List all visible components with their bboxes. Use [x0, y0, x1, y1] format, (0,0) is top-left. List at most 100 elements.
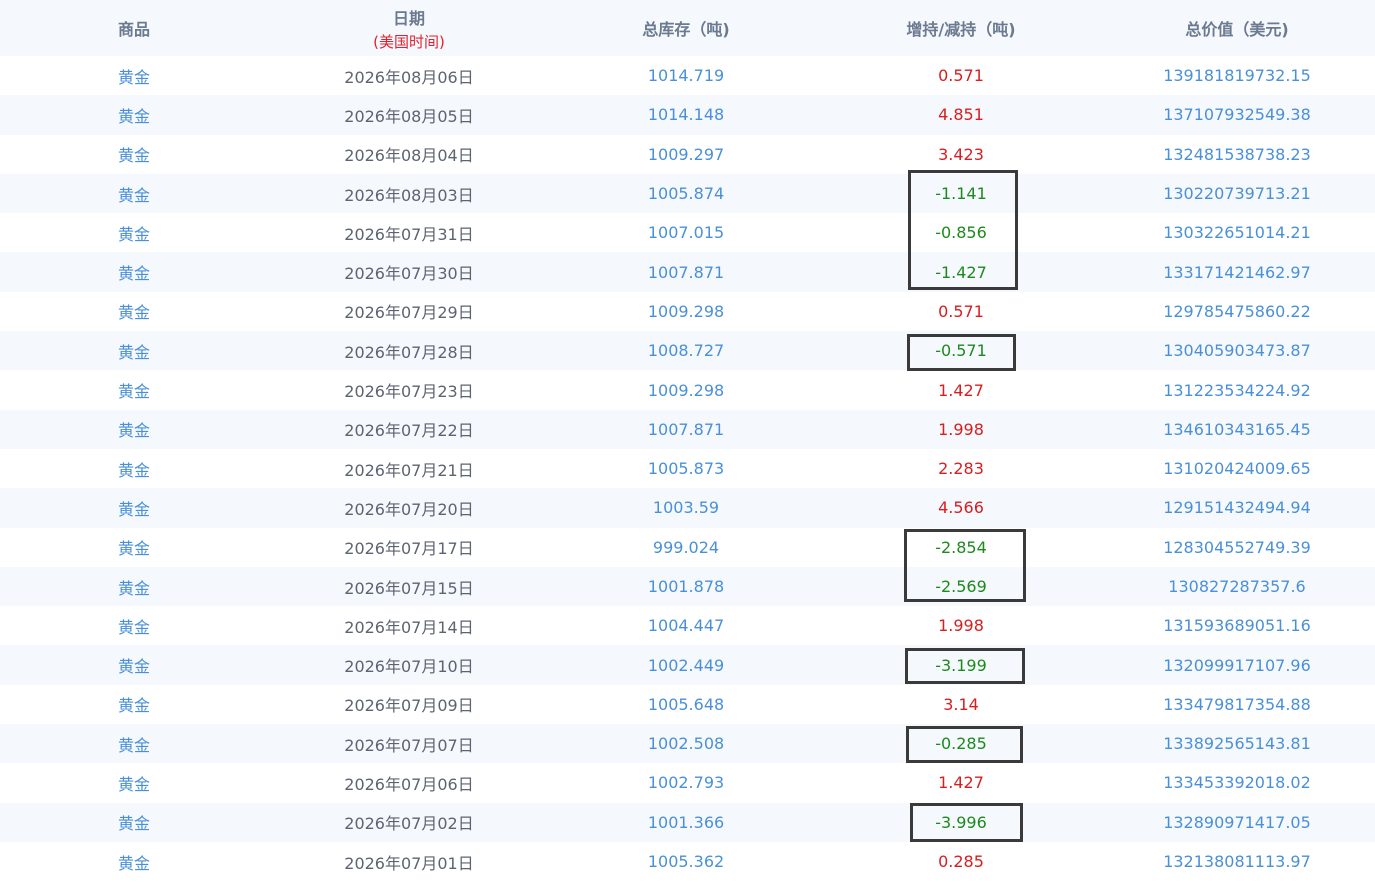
total-stock-cell: 1009.298 [586, 292, 786, 331]
change-cell-text: -0.285 [935, 734, 987, 754]
commodity-link[interactable]: 黄金 [34, 567, 234, 606]
total-value-cell: 131593689051.16 [1137, 606, 1337, 645]
commodity-link-text[interactable]: 黄金 [118, 496, 150, 520]
total-value-cell: 132890971417.05 [1137, 803, 1337, 842]
commodity-link-text[interactable]: 黄金 [118, 771, 150, 795]
total-stock-cell: 1014.719 [586, 56, 786, 95]
commodity-link-text[interactable]: 黄金 [118, 64, 150, 88]
total-value-cell-text: 132099917107.96 [1163, 655, 1311, 675]
change-cell-text: -3.199 [935, 655, 987, 675]
commodity-link-text[interactable]: 黄金 [118, 221, 150, 245]
table-row: 黄金 2026年07月17日 999.024 -2.854 128304552749.3… [0, 528, 1375, 567]
date-cell-text: 2026年07月20日 [344, 499, 474, 519]
commodity-link-text[interactable]: 黄金 [118, 575, 150, 599]
change-cell-text: 4.566 [938, 498, 984, 518]
date-cell: 2026年07月28日 [309, 331, 509, 370]
total-stock-cell-text: 1001.878 [647, 577, 725, 596]
commodity-link[interactable]: 黄金 [34, 803, 234, 842]
total-value-cell: 132099917107.96 [1137, 645, 1337, 684]
commodity-link[interactable]: 黄金 [34, 95, 234, 134]
commodity-link-text[interactable]: 黄金 [118, 378, 150, 402]
table-row: 黄金 2026年07月31日 1007.015 -0.856 130322651014.… [0, 213, 1375, 252]
commodity-link[interactable]: 黄金 [34, 842, 234, 881]
total-value-cell: 129151432494.94 [1137, 488, 1337, 527]
total-stock-cell-text: 1008.727 [647, 341, 725, 361]
total-value-cell: 131020424009.65 [1137, 449, 1337, 488]
date-cell-text: 2026年08月05日 [344, 106, 474, 126]
header-date-note: (美国时间) [373, 32, 445, 51]
date-cell-text: 2026年07月21日 [344, 460, 474, 480]
commodity-link[interactable]: 黄金 [34, 331, 234, 370]
commodity-link[interactable]: 黄金 [34, 174, 234, 213]
total-stock-cell-text: 1014.719 [647, 66, 725, 86]
commodity-link[interactable]: 黄金 [34, 645, 234, 684]
table-row: 黄金 2026年08月06日 1014.719 0.571 139181819732.1… [0, 56, 1375, 95]
commodity-link[interactable]: 黄金 [34, 488, 234, 527]
total-stock-cell-text: 1002.508 [647, 734, 725, 754]
date-cell: 2026年07月15日 [309, 567, 509, 606]
commodity-link-text[interactable]: 黄金 [118, 339, 150, 363]
change-cell-text: 0.571 [938, 66, 984, 86]
date-cell: 2026年07月21日 [309, 449, 509, 488]
commodity-link[interactable]: 黄金 [34, 135, 234, 174]
table-header: 商品 日期 (美国时间) 总库存（吨) 增持/减持（吨) 总价值（美元) [0, 0, 1375, 56]
commodity-link[interactable]: 黄金 [34, 606, 234, 645]
commodity-link-text[interactable]: 黄金 [118, 732, 150, 756]
commodity-link[interactable]: 黄金 [34, 56, 234, 95]
commodity-link-text[interactable]: 黄金 [118, 457, 150, 481]
commodity-link[interactable]: 黄金 [34, 292, 234, 331]
commodity-link-text[interactable]: 黄金 [118, 260, 150, 284]
commodity-link-text[interactable]: 黄金 [118, 810, 150, 834]
total-stock-cell: 1003.59 [586, 488, 786, 527]
change-cell-text: -2.569 [935, 577, 987, 596]
commodity-link-text[interactable]: 黄金 [118, 299, 150, 323]
total-value-cell-text: 131020424009.65 [1163, 459, 1311, 479]
total-value-cell: 130220739713.21 [1137, 174, 1337, 213]
commodity-link[interactable]: 黄金 [34, 449, 234, 488]
commodity-link[interactable]: 黄金 [34, 763, 234, 802]
total-value-cell-text: 131223534224.92 [1163, 380, 1311, 400]
commodity-link-text[interactable]: 黄金 [118, 692, 150, 716]
commodity-link[interactable]: 黄金 [34, 685, 234, 724]
commodity-link-text[interactable]: 黄金 [118, 142, 150, 166]
commodity-link-text[interactable]: 黄金 [118, 417, 150, 441]
total-stock-cell-text: 1009.298 [647, 380, 725, 400]
commodity-link[interactable]: 黄金 [34, 410, 234, 449]
date-cell-text: 2026年08月04日 [344, 146, 474, 166]
header-commodity: 商品 [117, 20, 150, 39]
table-body: 黄金 2026年08月06日 1014.719 0.571 139181819732.1… [0, 56, 1375, 881]
date-cell-text: 2026年07月31日 [344, 224, 474, 244]
table-row: 黄金 2026年08月04日 1009.297 3.423 132481538738.2… [0, 135, 1375, 174]
change-cell: 0.571 [861, 56, 1061, 95]
date-cell-text: 2026年08月03日 [344, 185, 474, 205]
change-cell: -0.285 [861, 724, 1061, 763]
commodity-link-text[interactable]: 黄金 [118, 653, 150, 677]
table-row: 黄金 2026年07月06日 1002.793 1.427 133453392018.0… [0, 763, 1375, 802]
total-stock-cell: 1001.366 [586, 803, 786, 842]
total-value-cell-text: 132890971417.05 [1163, 812, 1311, 832]
commodity-link-text[interactable]: 黄金 [118, 103, 150, 127]
commodity-link-text[interactable]: 黄金 [118, 850, 150, 874]
total-value-cell-text: 139181819732.15 [1163, 66, 1311, 86]
commodity-link-text[interactable]: 黄金 [118, 535, 150, 559]
total-stock-cell-text: 1009.298 [647, 301, 725, 321]
commodity-link[interactable]: 黄金 [34, 252, 234, 291]
total-stock-cell-text: 1004.447 [647, 616, 725, 636]
date-cell-text: 2026年07月23日 [344, 382, 474, 402]
change-cell-text: 4.851 [938, 105, 984, 125]
total-value-cell: 139181819732.15 [1137, 56, 1337, 95]
total-stock-cell: 1001.878 [586, 567, 786, 606]
total-stock-cell-text: 1005.873 [647, 459, 725, 479]
total-value-cell: 133479817354.88 [1137, 685, 1337, 724]
total-stock-cell: 1002.449 [586, 645, 786, 684]
change-cell: 1.998 [861, 410, 1061, 449]
commodity-link-text[interactable]: 黄金 [118, 614, 150, 638]
date-cell: 2026年07月29日 [309, 292, 509, 331]
total-value-cell-text: 133171421462.97 [1163, 262, 1311, 282]
commodity-link[interactable]: 黄金 [34, 724, 234, 763]
commodity-link[interactable]: 黄金 [34, 213, 234, 252]
commodity-link[interactable]: 黄金 [34, 528, 234, 567]
total-stock-cell-text: 1007.015 [647, 223, 725, 243]
commodity-link[interactable]: 黄金 [34, 370, 234, 409]
commodity-link-text[interactable]: 黄金 [118, 182, 150, 206]
